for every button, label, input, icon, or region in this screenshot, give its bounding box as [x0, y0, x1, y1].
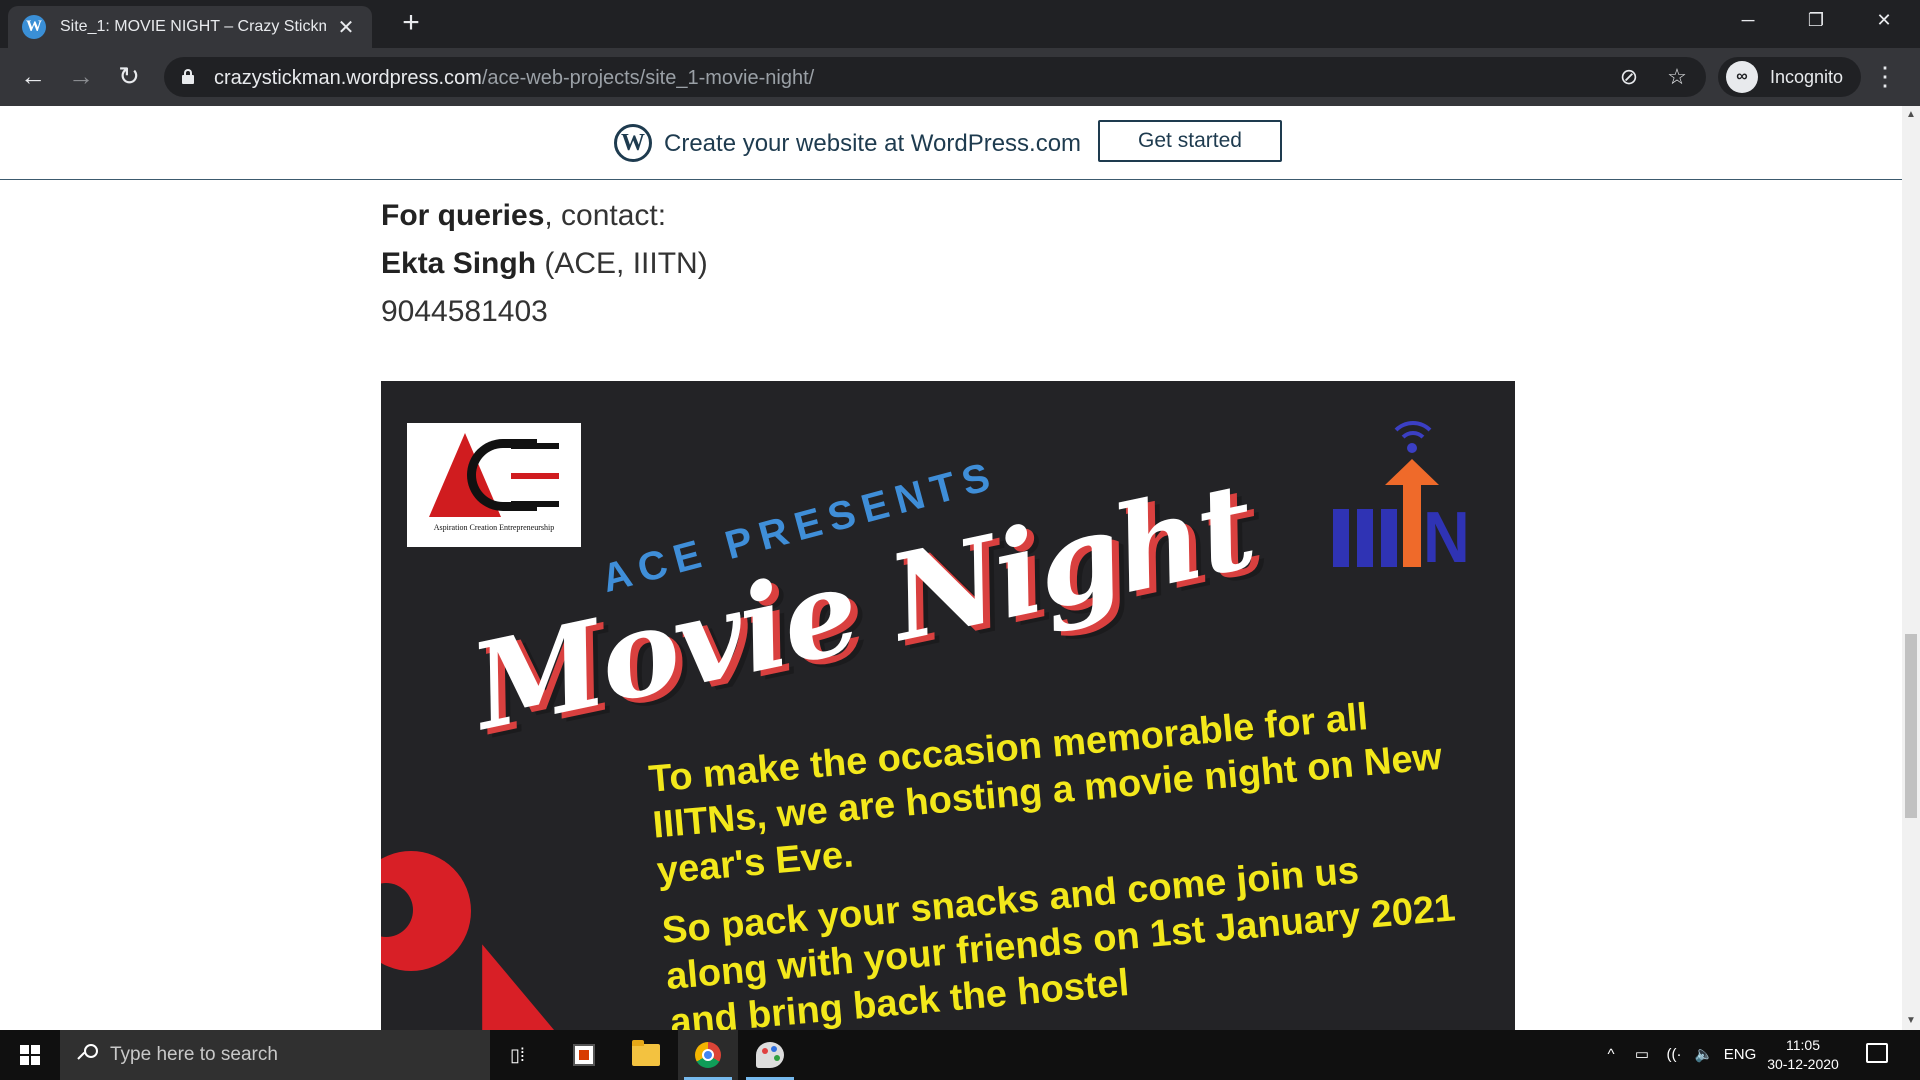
- battery-icon[interactable]: ▭: [1628, 1030, 1656, 1080]
- windows-taskbar: Type here to search ▯⁞ ^ ▭ ((· 🔈 ENG 11:…: [0, 1030, 1920, 1080]
- get-started-button[interactable]: Get started: [1098, 120, 1282, 162]
- scroll-down-icon[interactable]: ▼: [1902, 1012, 1920, 1030]
- url-path: /ace-web-projects/site_1-movie-night/: [481, 67, 815, 89]
- contact-name: Ekta Singh: [381, 247, 537, 280]
- page-scrollbar[interactable]: ▲ ▼: [1902, 106, 1920, 1030]
- tab-close-icon[interactable]: ✕: [336, 15, 356, 40]
- wordpress-logo-icon[interactable]: W: [614, 124, 652, 162]
- volume-icon[interactable]: 🔈: [1690, 1030, 1718, 1080]
- queries-rest: , contact:: [544, 199, 667, 232]
- browser-toolbar: ← → ↻ crazystickman.wordpress.com/ace-we…: [0, 48, 1920, 106]
- lock-icon[interactable]: [182, 69, 194, 84]
- iiitn-logo: N: [1333, 421, 1473, 574]
- poster-copy: To make the occasion memorable for all I…: [647, 687, 1470, 1030]
- notification-center-icon[interactable]: [1866, 1043, 1888, 1063]
- reload-button[interactable]: ↻: [110, 58, 148, 96]
- browser-titlebar: W Site_1: MOVIE NIGHT – Crazy Stickman ✕…: [0, 0, 1920, 48]
- clock-date: 30-12-2020: [1767, 1056, 1839, 1072]
- task-view-icon[interactable]: ▯⁞: [490, 1030, 550, 1080]
- url-text[interactable]: crazystickman.wordpress.com/ace-web-proj…: [214, 67, 814, 90]
- taskbar-clock[interactable]: 11:05 30-12-2020: [1762, 1036, 1844, 1074]
- eye-off-icon[interactable]: ⊘: [1614, 63, 1644, 93]
- bookmark-star-icon[interactable]: ☆: [1662, 63, 1692, 93]
- article-contact: For queries, contact: Ekta Singh (ACE, I…: [381, 192, 708, 336]
- queries-line: For queries, contact:: [381, 192, 708, 240]
- back-button[interactable]: ←: [14, 58, 52, 96]
- paint-icon[interactable]: [740, 1030, 800, 1080]
- contact-phone: 9044581403: [381, 295, 548, 328]
- start-button[interactable]: [0, 1030, 60, 1080]
- incognito-icon: ∞: [1726, 61, 1758, 93]
- incognito-label: Incognito: [1770, 66, 1844, 87]
- browser-menu-icon[interactable]: ⋮: [1870, 58, 1900, 96]
- clock-time: 11:05: [1786, 1037, 1820, 1053]
- new-tab-button[interactable]: +: [396, 8, 426, 38]
- ace-tagline: Aspiration Creation Entrepreneurship: [433, 523, 555, 532]
- forward-button[interactable]: →: [62, 58, 100, 96]
- file-explorer-icon[interactable]: [616, 1030, 676, 1080]
- scroll-up-icon[interactable]: ▲: [1902, 106, 1920, 124]
- ace-logo: Aspiration Creation Entrepreneurship: [407, 423, 581, 547]
- incognito-badge[interactable]: ∞ Incognito: [1718, 57, 1862, 97]
- contact-line: Ekta Singh (ACE, IIITN): [381, 240, 708, 288]
- wordpress-banner-text[interactable]: Create your website at WordPress.com: [664, 130, 1081, 158]
- close-window-button[interactable]: ✕: [1850, 0, 1918, 42]
- search-icon: [77, 1044, 98, 1064]
- contact-org: (ACE, IIITN): [536, 247, 708, 280]
- queries-label: For queries: [381, 199, 545, 232]
- page-viewport: W Create your website at WordPress.com G…: [0, 106, 1902, 1030]
- wordpress-favicon-icon: W: [22, 15, 46, 39]
- search-placeholder: Type here to search: [110, 1044, 278, 1065]
- language-indicator[interactable]: ENG: [1720, 1030, 1760, 1080]
- wordpress-banner: W Create your website at WordPress.com G…: [0, 106, 1902, 180]
- url-host: crazystickman.wordpress.com: [214, 67, 482, 89]
- scroll-thumb[interactable]: [1905, 634, 1917, 818]
- taskbar-search[interactable]: Type here to search: [60, 1030, 490, 1080]
- wifi-icon[interactable]: ((·: [1660, 1030, 1688, 1080]
- store-icon[interactable]: [554, 1030, 614, 1080]
- address-bar[interactable]: crazystickman.wordpress.com/ace-web-proj…: [164, 57, 1706, 97]
- movie-night-poster[interactable]: Aspiration Creation Entrepreneurship N A…: [381, 381, 1515, 1030]
- browser-tab[interactable]: W Site_1: MOVIE NIGHT – Crazy Stickman ✕: [8, 6, 372, 48]
- tab-title: Site_1: MOVIE NIGHT – Crazy Stickman: [60, 18, 326, 35]
- minimize-button[interactable]: ─: [1714, 0, 1782, 42]
- restore-button[interactable]: ❐: [1782, 0, 1850, 42]
- tray-chevron-icon[interactable]: ^: [1598, 1030, 1624, 1080]
- red-decoration: [444, 930, 558, 1030]
- chrome-icon[interactable]: [678, 1030, 738, 1080]
